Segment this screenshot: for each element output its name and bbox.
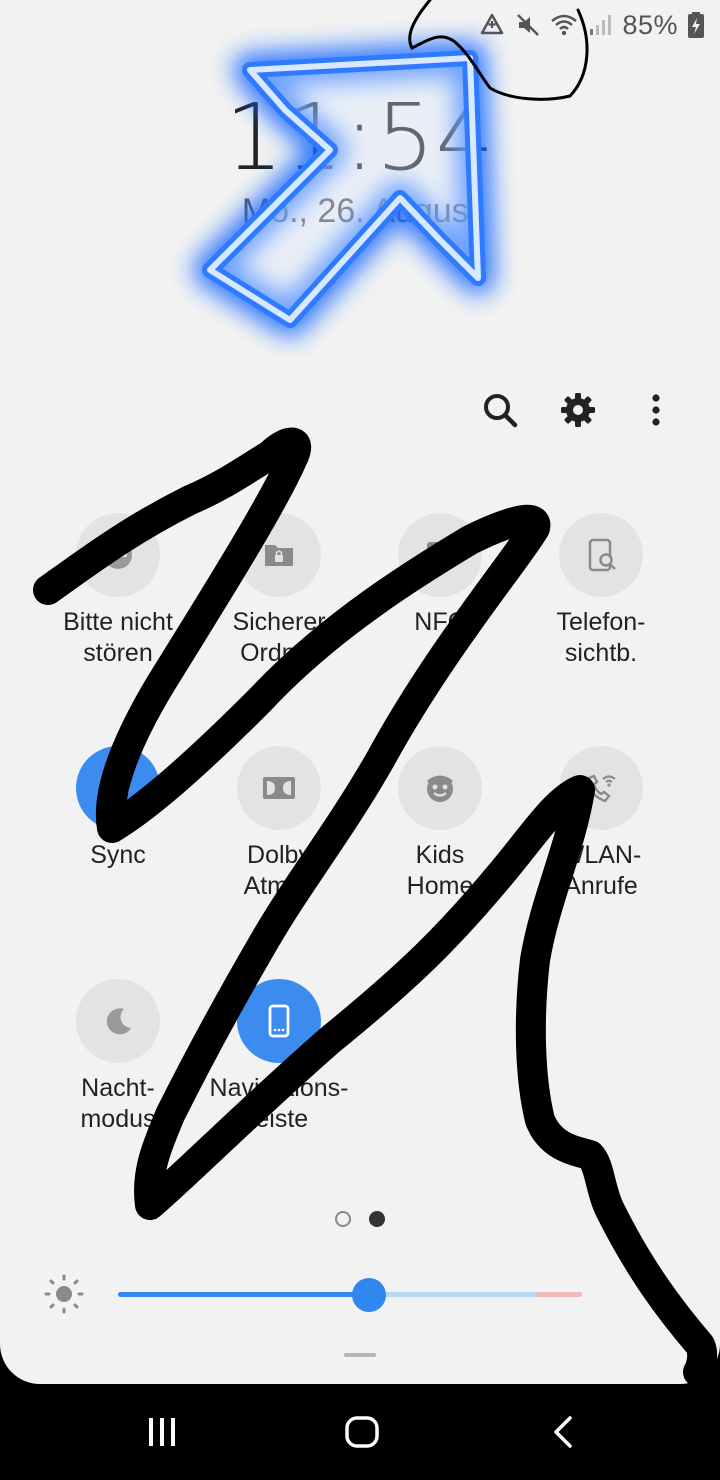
nfc-icon [427,542,453,568]
brightness-slider-thumb[interactable] [351,1278,386,1312]
dolby-icon [263,777,295,799]
brightness-high-zone [536,1292,582,1297]
tile-button[interactable] [76,979,160,1063]
tile-button[interactable] [559,746,643,830]
tile-button[interactable] [237,513,321,597]
lock-clock: 11:54 [224,84,496,191]
wifi-icon [551,14,578,36]
tile-button[interactable] [559,513,643,597]
tile-do-not-disturb[interactable]: Bitte nicht stören [37,513,199,669]
tile-nfc[interactable]: NFC [359,513,521,638]
tile-button[interactable] [76,513,160,597]
tile-dolby-atmos[interactable]: Dolby Atmos [198,746,360,902]
page-indicator [0,1211,720,1227]
tile-label: WLAN- Anrufe [560,841,642,900]
navigation-bar [0,1384,720,1480]
night-mode-icon [106,1008,131,1035]
back-button[interactable] [536,1408,592,1456]
do-not-disturb-icon [104,541,132,569]
tile-wifi-calling[interactable]: WLAN- Anrufe [520,746,682,902]
data-saver-icon [481,13,504,35]
tile-navigation-bar[interactable]: Navigations- leiste [198,979,360,1135]
panel-drag-handle[interactable] [344,1353,376,1357]
status-bar: 85% [478,8,706,42]
tile-label: Telefon- sichtb. [556,608,646,667]
lock-date: Mo., 26. August [241,192,479,230]
back-icon [554,1416,572,1448]
tile-button[interactable] [237,746,321,830]
navigation-bar-icon [268,1004,290,1038]
tile-label: Nacht- modus [80,1074,156,1133]
tile-night-mode[interactable]: Nacht- modus [37,979,199,1135]
recents-button[interactable] [134,1408,190,1456]
kids-home-icon [427,775,453,802]
tile-label: NFC [414,608,466,636]
tile-label: Navigations- leiste [209,1074,349,1133]
home-button[interactable] [334,1408,390,1456]
tile-phone-visibility[interactable]: Telefon- sichtb. [520,513,682,669]
battery-percentage: 85% [622,9,678,40]
tile-secure-folder[interactable]: Sicherer Ordner [198,513,360,669]
recents-icon [149,1418,175,1446]
tile-button[interactable] [398,513,482,597]
tile-label: Dolby Atmos [243,841,315,900]
brightness-slider-fill [118,1292,369,1297]
search-icon [484,394,518,428]
more-options-button[interactable] [632,386,680,434]
gear-icon [561,393,595,427]
tile-label: Bitte nicht stören [63,608,173,667]
tile-button[interactable] [76,746,160,830]
brightness-icon [44,1274,84,1314]
page-dot[interactable] [335,1211,351,1227]
sync-icon [106,776,130,800]
more-vertical-icon [652,394,660,426]
tile-label: Sync [90,841,146,869]
phone-visibility-icon [588,538,616,572]
mute-icon [517,14,540,36]
tile-sync[interactable]: Sync [37,746,199,871]
page-dot-active[interactable] [369,1211,385,1227]
search-button[interactable] [476,386,524,434]
secure-folder-icon [265,545,293,566]
wifi-calling-icon [587,774,616,803]
quick-settings-panel: 85% 11:54 Mo., 26. August Bitte nicht st… [0,0,720,1384]
brightness-slider-track[interactable] [118,1278,582,1312]
brightness-control[interactable] [40,1270,600,1318]
tile-button[interactable] [398,746,482,830]
tile-label: Sicherer Ordner [232,608,326,667]
settings-button[interactable] [554,386,602,434]
home-icon [345,1416,379,1448]
battery-charging-icon [688,12,704,38]
signal-icon [590,15,612,35]
tile-button[interactable] [237,979,321,1063]
tile-label: Kids Home [406,841,474,900]
tile-kids-home[interactable]: Kids Home [359,746,521,902]
